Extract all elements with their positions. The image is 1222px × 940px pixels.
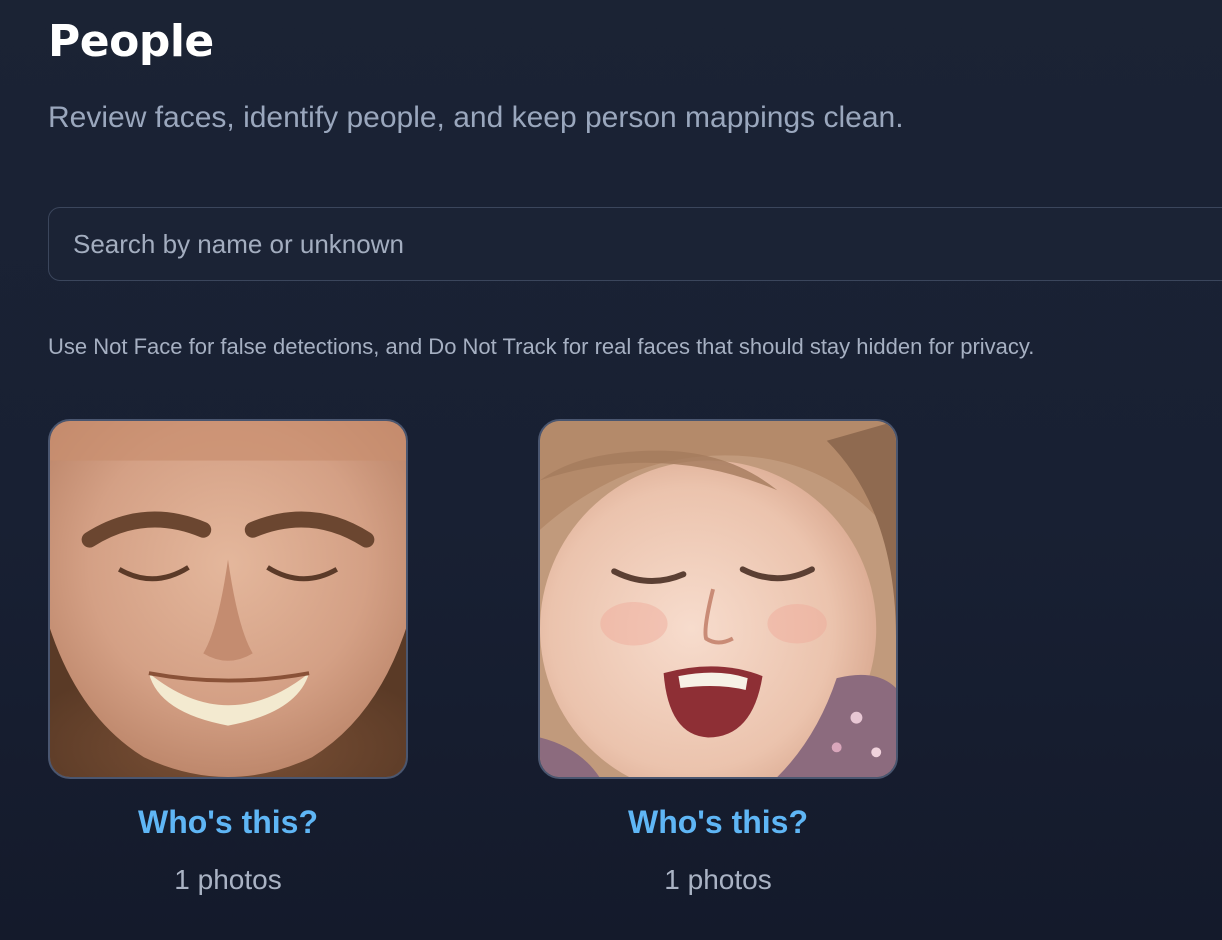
photo-count: 1 photos (664, 864, 772, 895)
page-subtitle: Review faces, identify people, and keep … (48, 101, 904, 134)
face-thumbnail[interactable] (538, 419, 898, 779)
face-thumbnail[interactable] (48, 419, 408, 779)
person-card[interactable]: Who's this? 1 photos (48, 419, 408, 897)
bearded-man-face-image (50, 421, 406, 777)
people-grid: Who's this? 1 photos Who's this? 1 photo… (48, 419, 898, 897)
toddler-girl-face-image (540, 421, 896, 777)
page-title: People (48, 16, 214, 67)
person-name[interactable]: Who's this? (628, 803, 808, 841)
person-card[interactable]: Who's this? 1 photos (538, 419, 898, 897)
search-input[interactable] (48, 207, 1222, 281)
person-name[interactable]: Who's this? (138, 803, 318, 841)
photo-count: 1 photos (174, 864, 282, 895)
privacy-hint: Use Not Face for false detections, and D… (48, 334, 1035, 359)
